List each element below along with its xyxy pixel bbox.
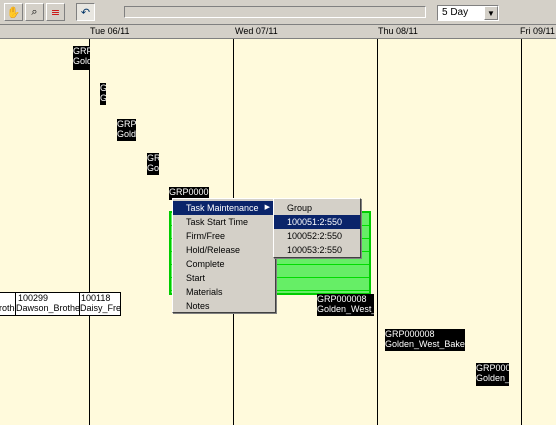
task-bar[interactable]: GR Go [147, 153, 159, 175]
zoom-icon[interactable]: ⌕ [25, 3, 44, 21]
menu-item-materials[interactable]: Materials [173, 285, 275, 299]
submenu-item-group[interactable]: Group [274, 201, 360, 215]
task-line: GRP000008 [317, 294, 367, 304]
menu-item-label: Task Maintenance [186, 203, 259, 213]
submenu: Group 100051:2:550 100052:2:550 100053:2… [273, 198, 361, 258]
view-select-value: 5 Day [442, 7, 469, 18]
task-line: Golden_ [476, 373, 509, 383]
task-bar-white[interactable]: 100299 Dawson_Brothe [15, 292, 80, 316]
timeline-header: Tue 06/11 Wed 07/11 Thu 08/11 Fri 09/11 [0, 25, 556, 39]
task-bar-white[interactable]: 100118 Daisy_Fre [79, 292, 121, 316]
task-line: Gold [117, 129, 136, 139]
submenu-item-100053[interactable]: 100053:2:550 [274, 243, 360, 257]
menu-item-notes[interactable]: Notes [173, 299, 275, 313]
context-menu: Task Maintenance ▶ Task Start Time Firm/F… [172, 198, 276, 313]
task-bar[interactable]: GRP000008 Golden_West_ [317, 294, 374, 316]
task-line: G [100, 93, 106, 103]
gantt-canvas[interactable]: GRP Gold G G GRP Gold GR Go GRP0000 GRP0… [0, 39, 556, 425]
task-bar[interactable]: GRP000 Golden_ [476, 363, 509, 386]
task-line [0, 293, 15, 303]
task-line: 100299 [18, 293, 49, 303]
day-divider [89, 39, 90, 425]
chevron-down-icon[interactable]: ▼ [484, 6, 498, 20]
chevron-right-icon: ▶ [264, 204, 270, 211]
menu-item-firm-free[interactable]: Firm/Free [173, 229, 275, 243]
task-line: Golden_West_Bake [385, 339, 465, 349]
menu-item-hold-release[interactable]: Hold/Release [173, 243, 275, 257]
menu-item-task-maintenance[interactable]: Task Maintenance ▶ [173, 201, 275, 215]
task-bar[interactable]: G G [100, 83, 106, 105]
day-label-wed: Wed 07/11 [235, 26, 278, 36]
task-line: G [100, 83, 106, 93]
task-bar[interactable]: GRP000008 Golden_West_Bake [385, 329, 465, 351]
menu-item-task-start-time[interactable]: Task Start Time [173, 215, 275, 229]
task-line: GRP0000 [169, 187, 209, 197]
day-divider [521, 39, 522, 425]
task-line: Gold [73, 56, 90, 66]
task-line: Dawson_Brothe [16, 303, 80, 313]
view-select[interactable]: 5 Day ▼ [437, 5, 499, 21]
task-line: GR [147, 153, 159, 163]
task-line: Golden_West_ [317, 304, 374, 314]
day-label-thu: Thu 08/11 [378, 26, 418, 36]
submenu-item-100051[interactable]: 100051:2:550 [274, 215, 360, 229]
task-line: GRP [73, 46, 90, 56]
task-line: GRP [117, 119, 136, 129]
task-line: Daisy_Fre [80, 303, 121, 313]
day-divider [377, 39, 378, 425]
task-line: GRP000008 [385, 329, 435, 339]
task-bar-white[interactable]: rothe [0, 292, 16, 316]
menu-item-complete[interactable]: Complete [173, 257, 275, 271]
toolbar: ✋ ⌕ ≡ ↶ 5 Day ▼ [0, 0, 556, 25]
menu-item-start[interactable]: Start [173, 271, 275, 285]
task-line: 100118 [81, 293, 111, 303]
task-line: GRP000 [476, 363, 509, 373]
progress-bar [124, 6, 426, 18]
task-bar[interactable]: GRP Gold [117, 119, 136, 141]
task-bar[interactable]: GRP Gold [73, 46, 90, 70]
day-label-tue: Tue 06/11 [90, 26, 130, 36]
submenu-item-100052[interactable]: 100052:2:550 [274, 229, 360, 243]
task-line: rothe [0, 303, 15, 313]
task-line: Go [147, 163, 159, 173]
day-label-fri: Fri 09/11 [520, 26, 555, 36]
undo-icon[interactable]: ↶ [76, 3, 95, 21]
hand-icon[interactable]: ✋ [4, 3, 23, 21]
gantt-icon[interactable]: ≡ [46, 3, 65, 21]
